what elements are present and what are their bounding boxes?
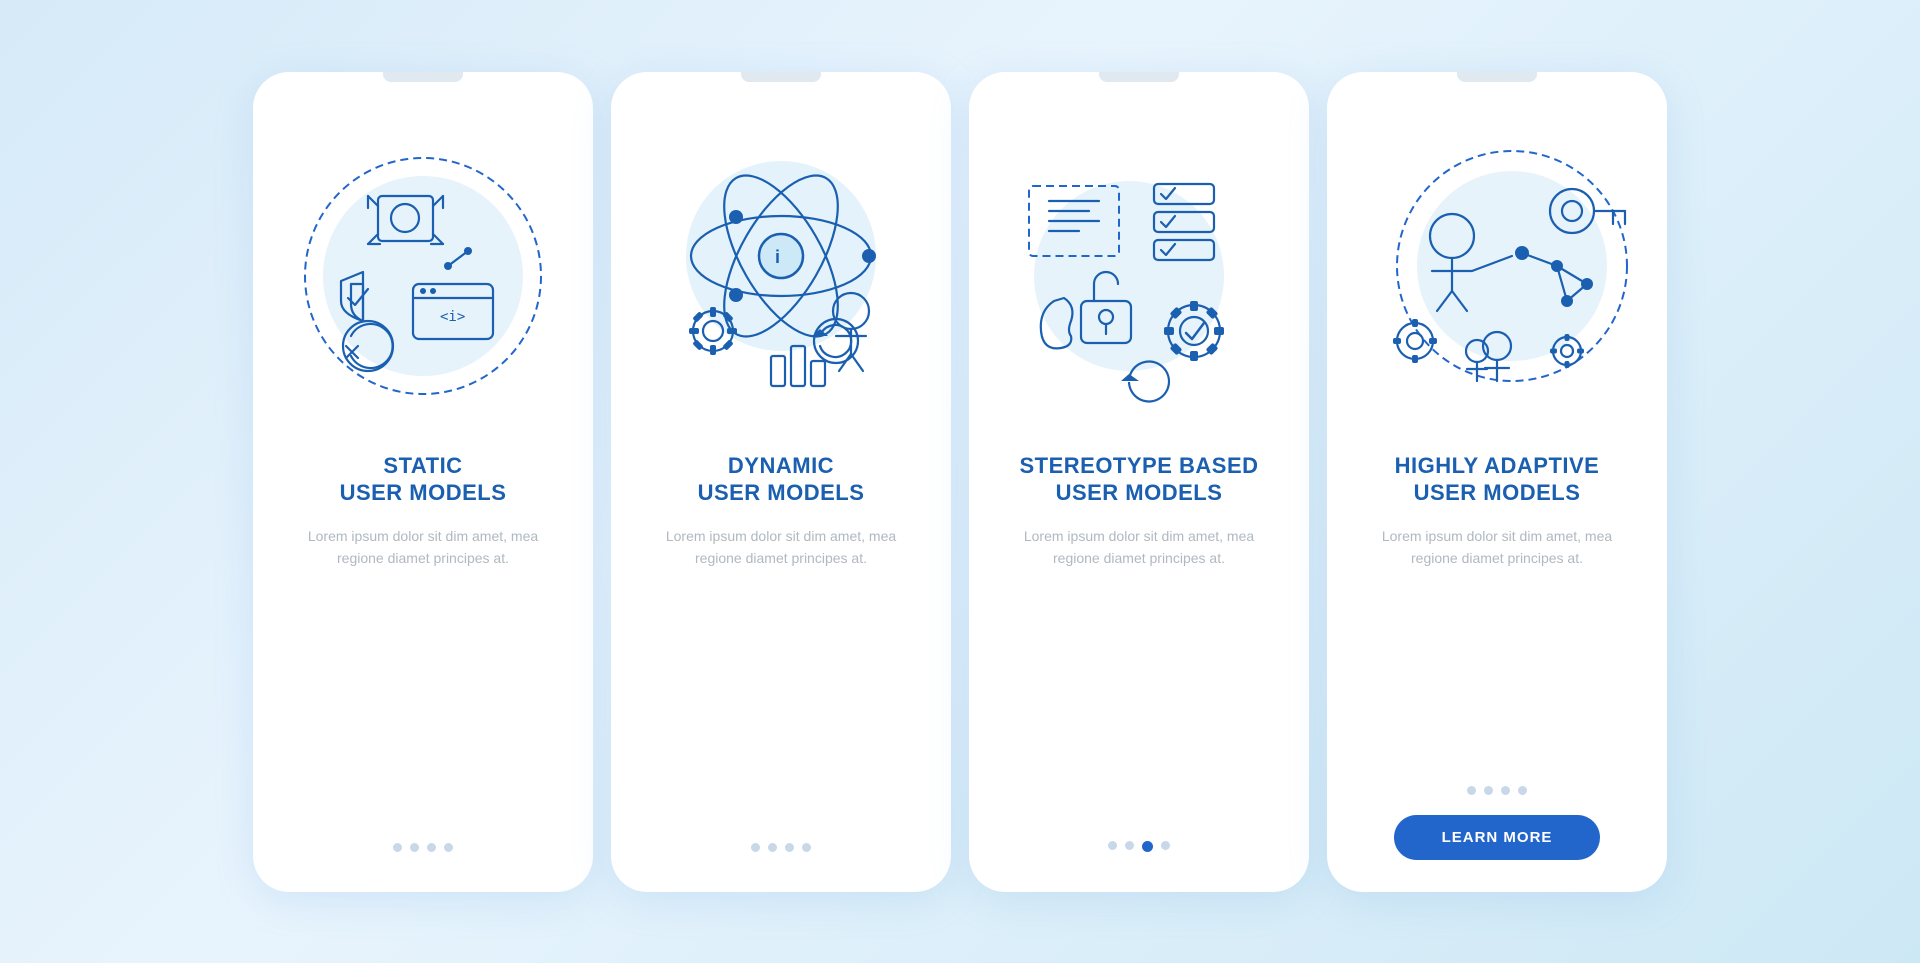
card-dynamic: i: [611, 72, 951, 892]
card-static-content: STATICUSER MODELS Lorem ipsum dolor sit …: [253, 452, 593, 860]
dot-d1[interactable]: [751, 843, 760, 852]
illustration-highly-adaptive: [1327, 82, 1667, 452]
card-stereotype-content: STEREOTYPE BASEDUSER MODELS Lorem ipsum …: [969, 452, 1309, 860]
illustration-static: <i>: [253, 82, 593, 452]
dot-1[interactable]: [393, 843, 402, 852]
card-stereotype-dots: [1108, 841, 1170, 852]
card-stereotype-description: Lorem ipsum dolor sit dim amet, mea regi…: [999, 525, 1279, 570]
card-static-description: Lorem ipsum dolor sit dim amet, mea regi…: [283, 525, 563, 570]
card-dynamic-description: Lorem ipsum dolor sit dim amet, mea regi…: [641, 525, 921, 570]
static-svg: <i>: [283, 136, 563, 416]
card-dynamic-dots: [751, 843, 811, 852]
card-highly-adaptive-dots: [1467, 786, 1527, 795]
phone-notch: [383, 72, 463, 82]
card-static-dots: [393, 843, 453, 852]
card-static-title: STATICUSER MODELS: [340, 452, 507, 507]
svg-text:i: i: [775, 247, 780, 267]
illustration-stereotype: [969, 82, 1309, 452]
cards-container: <i> STATICUSER MODELS Lorem ipsum dolor …: [213, 32, 1707, 932]
phone-notch-4: [1457, 72, 1537, 82]
dot-h2[interactable]: [1484, 786, 1493, 795]
card-highly-adaptive-content: HIGHLY ADAPTIVEUSER MODELS Lorem ipsum d…: [1327, 452, 1667, 860]
dot-s3-active[interactable]: [1142, 841, 1153, 852]
card-highly-adaptive-title: HIGHLY ADAPTIVEUSER MODELS: [1395, 452, 1600, 507]
dot-d2[interactable]: [768, 843, 777, 852]
card-dynamic-content: DYNAMICUSER MODELS Lorem ipsum dolor sit…: [611, 452, 951, 860]
card-static: <i> STATICUSER MODELS Lorem ipsum dolor …: [253, 72, 593, 892]
phone-notch-3: [1099, 72, 1179, 82]
card-stereotype: STEREOTYPE BASEDUSER MODELS Lorem ipsum …: [969, 72, 1309, 892]
learn-more-button[interactable]: LEARN MORE: [1394, 815, 1601, 860]
card-highly-adaptive-description: Lorem ipsum dolor sit dim amet, mea regi…: [1357, 525, 1637, 570]
dot-4[interactable]: [444, 843, 453, 852]
card-dynamic-title: DYNAMICUSER MODELS: [698, 452, 865, 507]
dot-s1[interactable]: [1108, 841, 1117, 850]
dynamic-svg: i: [641, 136, 921, 416]
stereotype-svg: [999, 136, 1279, 416]
dot-3[interactable]: [427, 843, 436, 852]
phone-notch-2: [741, 72, 821, 82]
dot-h3[interactable]: [1501, 786, 1510, 795]
highly-adaptive-svg: [1357, 136, 1637, 416]
dot-h4[interactable]: [1518, 786, 1527, 795]
dot-h1[interactable]: [1467, 786, 1476, 795]
dot-s4[interactable]: [1161, 841, 1170, 850]
card-stereotype-title: STEREOTYPE BASEDUSER MODELS: [1019, 452, 1258, 507]
dot-s2[interactable]: [1125, 841, 1134, 850]
dot-d3[interactable]: [785, 843, 794, 852]
dot-2[interactable]: [410, 843, 419, 852]
svg-text:<i>: <i>: [440, 309, 465, 325]
illustration-dynamic: i: [611, 82, 951, 452]
card-highly-adaptive: HIGHLY ADAPTIVEUSER MODELS Lorem ipsum d…: [1327, 72, 1667, 892]
dot-d4[interactable]: [802, 843, 811, 852]
